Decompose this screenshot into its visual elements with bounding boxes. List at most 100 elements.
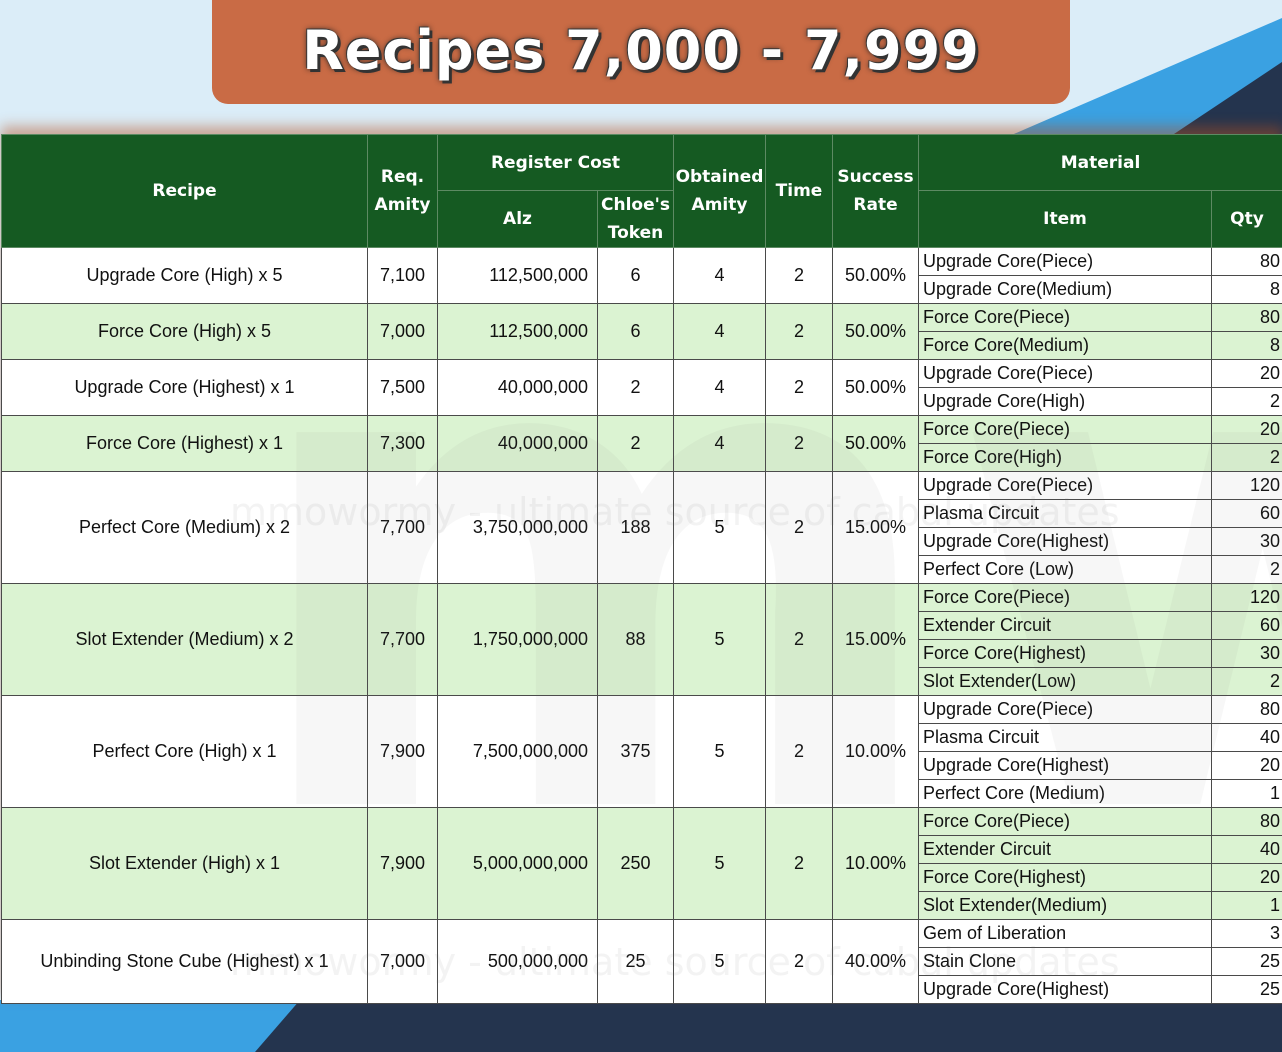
success-rate-cell: 15.00% (832, 471, 919, 584)
success-rate-cell: 50.00% (832, 415, 919, 472)
material-qty-cell: 120 (1211, 583, 1282, 612)
table-row: Perfect Core (Medium) x 2 7,700 3,750,000,… (1, 471, 1282, 584)
alz-cell: 112,500,000 (437, 303, 598, 360)
req-amity-cell: 7,300 (367, 415, 438, 472)
material-item-cell: Force Core(Highest) (918, 863, 1212, 892)
table-row: Unbinding Stone Cube (Highest) x 1 7,000 5… (1, 919, 1282, 1004)
header-register-cost: Register Cost (437, 134, 674, 191)
material-qty-cell: 2 (1211, 555, 1282, 584)
material-item-cell: Force Core(Piece) (918, 415, 1212, 444)
recipe-cell: Force Core (High) x 5 (1, 303, 368, 360)
req-amity-cell: 7,100 (367, 247, 438, 304)
header-material: Material (918, 134, 1282, 191)
material-item-cell: Upgrade Core(Piece) (918, 695, 1212, 724)
material-item-cell: Force Core(Medium) (918, 331, 1212, 360)
material-item-cell: Plasma Circuit (918, 499, 1212, 528)
material-item-cell: Force Core(Piece) (918, 807, 1212, 836)
obtained-amity-cell: 5 (673, 471, 766, 584)
obtained-amity-cell: 5 (673, 919, 766, 1004)
header-item: Item (918, 190, 1212, 248)
material-qty-cell: 20 (1211, 863, 1282, 892)
token-cell: 2 (597, 415, 674, 472)
success-rate-cell: 40.00% (832, 919, 919, 1004)
material-qty-cell: 30 (1211, 527, 1282, 556)
material-qty-cell: 1 (1211, 779, 1282, 808)
header-obtained-amity: Obtained Amity (673, 134, 766, 248)
title-banner: Recipes 7,000 - 7,999 (212, 0, 1070, 104)
material-qty-cell: 2 (1211, 387, 1282, 416)
success-rate-cell: 15.00% (832, 583, 919, 696)
material-item-cell: Slot Extender(Low) (918, 667, 1212, 696)
material-qty-cell: 2 (1211, 667, 1282, 696)
material-item-cell: Upgrade Core(Piece) (918, 247, 1212, 276)
success-rate-cell: 10.00% (832, 807, 919, 920)
header-success-rate: Success Rate (832, 134, 919, 248)
obtained-amity-cell: 4 (673, 247, 766, 304)
material-item-cell: Perfect Core (Medium) (918, 779, 1212, 808)
req-amity-cell: 7,500 (367, 359, 438, 416)
material-item-cell: Upgrade Core(Piece) (918, 471, 1212, 500)
material-qty-cell: 80 (1211, 303, 1282, 332)
material-qty-cell: 2 (1211, 443, 1282, 472)
material-qty-cell: 40 (1211, 723, 1282, 752)
material-qty-cell: 20 (1211, 751, 1282, 780)
page-title: Recipes 7,000 - 7,999 (302, 18, 980, 82)
header-alz: Alz (437, 190, 598, 248)
obtained-amity-cell: 4 (673, 359, 766, 416)
token-cell: 88 (597, 583, 674, 696)
material-qty-cell: 20 (1211, 415, 1282, 444)
time-cell: 2 (765, 247, 833, 304)
alz-cell: 40,000,000 (437, 415, 598, 472)
material-qty-cell: 20 (1211, 359, 1282, 388)
material-item-cell: Stain Clone (918, 947, 1212, 976)
material-qty-cell: 30 (1211, 639, 1282, 668)
alz-cell: 5,000,000,000 (437, 807, 598, 920)
material-item-cell: Perfect Core (Low) (918, 555, 1212, 584)
material-qty-cell: 25 (1211, 975, 1282, 1004)
success-rate-cell: 10.00% (832, 695, 919, 808)
obtained-amity-cell: 5 (673, 583, 766, 696)
req-amity-cell: 7,900 (367, 807, 438, 920)
alz-cell: 40,000,000 (437, 359, 598, 416)
alz-cell: 112,500,000 (437, 247, 598, 304)
material-qty-cell: 80 (1211, 247, 1282, 276)
material-qty-cell: 60 (1211, 499, 1282, 528)
recipe-cell: Upgrade Core (Highest) x 1 (1, 359, 368, 416)
recipes-table: Recipe Req. Amity Register Cost Obtained A… (1, 134, 1282, 1004)
obtained-amity-cell: 5 (673, 695, 766, 808)
material-item-cell: Upgrade Core(High) (918, 387, 1212, 416)
material-qty-cell: 8 (1211, 331, 1282, 360)
material-item-cell: Slot Extender(Medium) (918, 891, 1212, 920)
material-item-cell: Plasma Circuit (918, 723, 1212, 752)
header-chloes-token: Chloe's Token (597, 190, 674, 248)
token-cell: 375 (597, 695, 674, 808)
material-qty-cell: 3 (1211, 919, 1282, 948)
header-req-amity: Req. Amity (367, 134, 438, 248)
recipe-cell: Slot Extender (Medium) x 2 (1, 583, 368, 696)
req-amity-cell: 7,700 (367, 471, 438, 584)
material-item-cell: Upgrade Core(Medium) (918, 275, 1212, 304)
time-cell: 2 (765, 471, 833, 584)
recipe-cell: Slot Extender (High) x 1 (1, 807, 368, 920)
token-cell: 250 (597, 807, 674, 920)
time-cell: 2 (765, 415, 833, 472)
obtained-amity-cell: 4 (673, 415, 766, 472)
material-item-cell: Force Core(Piece) (918, 583, 1212, 612)
material-item-cell: Upgrade Core(Highest) (918, 751, 1212, 780)
time-cell: 2 (765, 359, 833, 416)
material-qty-cell: 120 (1211, 471, 1282, 500)
obtained-amity-cell: 4 (673, 303, 766, 360)
recipe-cell: Perfect Core (High) x 1 (1, 695, 368, 808)
recipe-cell: Perfect Core (Medium) x 2 (1, 471, 368, 584)
material-item-cell: Force Core(Highest) (918, 639, 1212, 668)
table-row: Upgrade Core (High) x 5 7,100 112,500,000 6… (1, 247, 1282, 304)
header-time: Time (765, 134, 833, 248)
time-cell: 2 (765, 583, 833, 696)
material-qty-cell: 80 (1211, 807, 1282, 836)
time-cell: 2 (765, 303, 833, 360)
material-qty-cell: 1 (1211, 891, 1282, 920)
time-cell: 2 (765, 807, 833, 920)
token-cell: 6 (597, 303, 674, 360)
table-row: Perfect Core (High) x 1 7,900 7,500,000,00… (1, 695, 1282, 808)
material-qty-cell: 25 (1211, 947, 1282, 976)
